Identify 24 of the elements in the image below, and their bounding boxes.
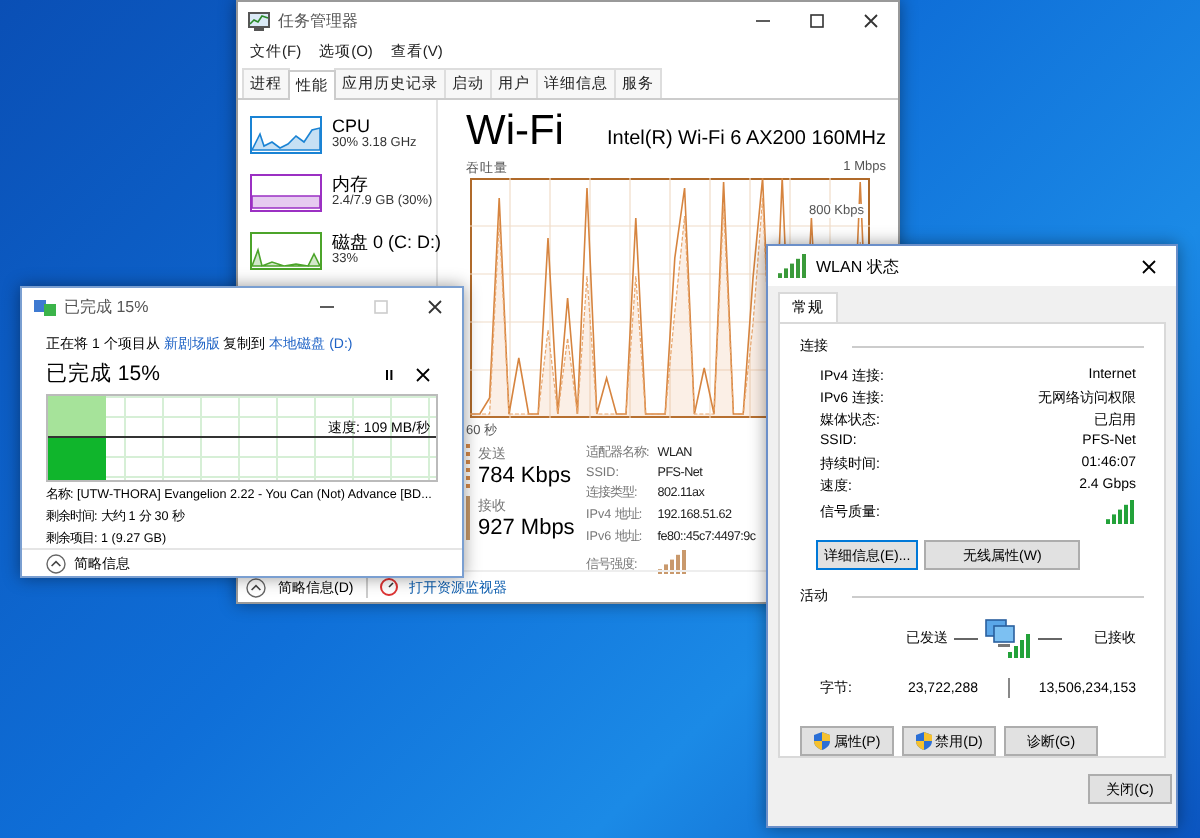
resource-name[interactable]: 磁盘 0 (C: D:) (332, 232, 442, 252)
maximize-icon (372, 298, 390, 316)
close-icon[interactable] (426, 298, 444, 316)
panel-title: Wi-Fi (466, 108, 564, 156)
network-computers-icon (984, 618, 1032, 658)
window-title: 已完成 15% (64, 296, 151, 318)
adapter-name: Intel(R) Wi-Fi 6 AX200 160MHz (607, 128, 886, 150)
signal-icon (778, 254, 808, 278)
window-title: 任务管理器 (278, 10, 360, 32)
close-icon[interactable] (1140, 257, 1158, 275)
resource-name[interactable]: CPU (332, 116, 417, 136)
close-icon[interactable] (862, 12, 880, 30)
chevron-up-icon[interactable] (246, 577, 266, 597)
signal-icon (657, 550, 688, 574)
maximize-icon[interactable] (808, 12, 826, 30)
window-title: WLAN 状态 (816, 255, 901, 277)
signal-quality-icon (1106, 500, 1136, 524)
progress-heading: 已完成 15% (46, 360, 162, 388)
chevron-up-icon[interactable] (46, 553, 66, 573)
pause-icon[interactable] (380, 365, 398, 383)
close-icon[interactable] (414, 365, 432, 383)
copy-icon (34, 298, 56, 316)
resource-name[interactable]: 内存 (332, 174, 433, 194)
monitor-icon (248, 11, 270, 31)
